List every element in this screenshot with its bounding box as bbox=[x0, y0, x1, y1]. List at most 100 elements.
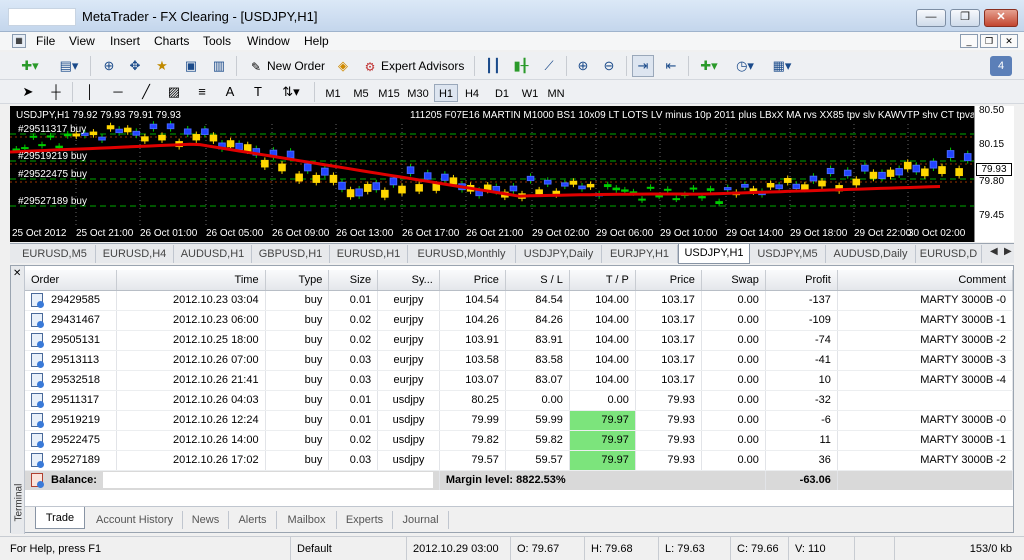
expert-advisors-button[interactable]: ⚙ Expert Advisors bbox=[358, 55, 468, 77]
mdi-restore-button[interactable]: ❐ bbox=[980, 34, 998, 48]
trendline-icon[interactable]: ╱ bbox=[136, 81, 156, 103]
help-badge-icon[interactable]: 4 bbox=[990, 56, 1012, 76]
zoom-out-icon[interactable]: ⊖ bbox=[598, 55, 620, 77]
cursor-icon[interactable]: ➤ bbox=[18, 81, 38, 103]
mdi-close-button[interactable]: ✕ bbox=[1000, 34, 1018, 48]
zoom-in-icon[interactable]: ⊕ bbox=[572, 55, 594, 77]
menu-view[interactable]: View bbox=[69, 33, 95, 49]
line-chart-icon[interactable]: ⟋ bbox=[538, 55, 560, 77]
chart-tab-active[interactable]: USDJPY,H1 bbox=[678, 244, 750, 264]
crosshair-navigator-icon[interactable]: ✥ bbox=[124, 55, 146, 77]
table-row[interactable]: 29527189 2012.10.26 17:02 buy 0.03 usdjpy 79.… bbox=[25, 450, 1014, 471]
timeframe-w1[interactable]: W1 bbox=[518, 84, 542, 102]
candlestick-icon[interactable]: ▮╂ bbox=[510, 55, 532, 77]
terminal-tab-trade[interactable]: Trade bbox=[35, 507, 85, 529]
table-row[interactable]: 29519219 2012.10.26 12:24 buy 0.01 usdjpy 79.… bbox=[25, 410, 1014, 431]
price-axis[interactable]: 80.50 80.15 79.93 79.80 79.45 bbox=[974, 105, 1014, 242]
timeframe-m5[interactable]: M5 bbox=[348, 84, 374, 102]
timeframe-m15[interactable]: M15 bbox=[376, 84, 402, 102]
bar-chart-icon[interactable]: ┃┃ bbox=[482, 55, 504, 77]
text-icon[interactable]: A bbox=[220, 81, 240, 103]
chart-tab[interactable]: EURJPY,H1 bbox=[602, 245, 678, 263]
timeframe-mn[interactable]: MN bbox=[544, 84, 568, 102]
chart-tab[interactable]: EURUSD,H4 bbox=[96, 245, 174, 263]
equidistant-channel-icon[interactable]: ▨ bbox=[164, 81, 184, 103]
menu-help[interactable]: Help bbox=[304, 33, 329, 49]
market-watch-icon[interactable]: ⊕ bbox=[98, 55, 120, 77]
tester-icon[interactable]: ▥ bbox=[208, 55, 230, 77]
fibonacci-icon[interactable]: ≡ bbox=[192, 81, 212, 103]
chart-tab[interactable]: USDJPY,Daily bbox=[516, 245, 602, 263]
table-row[interactable]: 29505131 2012.10.25 18:00 buy 0.02 eurjpy 103… bbox=[25, 330, 1014, 351]
new-chart-icon[interactable]: ✚▾ bbox=[16, 55, 44, 77]
minimize-button[interactable]: — bbox=[916, 9, 946, 27]
periods-icon[interactable]: ◷▾ bbox=[730, 55, 760, 77]
col-symbol[interactable]: Sy... bbox=[377, 270, 440, 291]
col-take-profit[interactable]: T / P bbox=[569, 270, 636, 291]
chart-tab[interactable]: AUDUSD,H1 bbox=[174, 245, 252, 263]
menu-tools[interactable]: Tools bbox=[203, 33, 231, 49]
terminal-tab-account-history[interactable]: Account History bbox=[87, 511, 183, 529]
chart-tab[interactable]: GBPUSD,H1 bbox=[252, 245, 330, 263]
horizontal-line-icon[interactable]: ─ bbox=[108, 81, 128, 103]
connection-status-icon[interactable] bbox=[854, 537, 894, 560]
terminal-tab-journal[interactable]: Journal bbox=[393, 511, 449, 529]
col-time[interactable]: Time bbox=[116, 270, 266, 291]
restore-button[interactable]: ❐ bbox=[950, 9, 980, 27]
mdi-minimize-button[interactable]: _ bbox=[960, 34, 978, 48]
document-icon[interactable]: ▦ bbox=[12, 34, 26, 48]
indicators-icon[interactable]: ✚▾ bbox=[694, 55, 724, 77]
table-row[interactable]: 29522475 2012.10.26 14:00 buy 0.02 usdjpy 79.… bbox=[25, 430, 1014, 451]
templates-icon[interactable]: ▦▾ bbox=[766, 55, 798, 77]
menu-insert[interactable]: Insert bbox=[110, 33, 140, 49]
arrows-icon[interactable]: ⇅▾ bbox=[276, 81, 306, 103]
table-row[interactable]: 29511317 2012.10.26 04:03 buy 0.01 usdjpy 80.… bbox=[25, 390, 1014, 411]
menu-file[interactable]: File bbox=[36, 33, 55, 49]
timeframe-d1[interactable]: D1 bbox=[490, 84, 514, 102]
timeframe-m1[interactable]: M1 bbox=[320, 84, 346, 102]
col-price[interactable]: Price bbox=[439, 270, 506, 291]
col-comment[interactable]: Comment bbox=[837, 270, 1014, 291]
close-button[interactable]: ✕ bbox=[984, 9, 1018, 27]
vertical-line-icon[interactable]: │ bbox=[80, 81, 100, 103]
autoscroll-icon[interactable]: ⇥ bbox=[632, 55, 654, 77]
chart-tab[interactable]: EURUSD,M5 bbox=[14, 245, 96, 263]
profiles-icon[interactable]: ▤▾ bbox=[54, 55, 84, 77]
chart-tab[interactable]: EURUSD,Monthly bbox=[408, 245, 516, 263]
col-profit[interactable]: Profit bbox=[765, 270, 838, 291]
chart-shift-icon[interactable]: ⇤ bbox=[660, 55, 682, 77]
tab-scroll-left-icon[interactable]: ◀ bbox=[990, 246, 998, 257]
text-label-icon[interactable]: T bbox=[248, 81, 268, 103]
col-swap[interactable]: Swap bbox=[701, 270, 766, 291]
col-stop-loss[interactable]: S / L bbox=[505, 270, 570, 291]
col-type[interactable]: Type bbox=[265, 270, 330, 291]
col-current-price[interactable]: Price bbox=[635, 270, 702, 291]
status-profile[interactable]: Default bbox=[290, 537, 406, 560]
chart-tab[interactable]: AUDUSD,Daily bbox=[826, 245, 916, 263]
menu-window[interactable]: Window bbox=[247, 33, 290, 49]
new-order-button[interactable]: ✎ New Order bbox=[244, 55, 330, 77]
price-chart[interactable]: USDJPY,H1 79.92 79.93 79.91 79.93 111205… bbox=[10, 106, 1014, 242]
terminal-close-icon[interactable]: ✕ bbox=[13, 268, 21, 279]
table-row[interactable]: 29429585 2012.10.23 03:04 buy 0.01 eurjpy 104… bbox=[25, 290, 1014, 311]
table-row[interactable]: 29532518 2012.10.26 21:41 buy 0.03 eurjpy 103… bbox=[25, 370, 1014, 391]
chart-tab[interactable]: EURUSD,H1 bbox=[330, 245, 408, 263]
navigator-icon[interactable]: ★ bbox=[150, 55, 174, 77]
metaeditor-icon[interactable]: ◈ bbox=[332, 55, 354, 77]
table-row[interactable]: 29513113 2012.10.26 07:00 buy 0.03 eurjpy 103… bbox=[25, 350, 1014, 371]
terminal-tab-mailbox[interactable]: Mailbox bbox=[277, 511, 337, 529]
timeframe-h1[interactable]: H1 bbox=[434, 84, 458, 102]
chart-tab[interactable]: EURUSD,D bbox=[916, 245, 982, 263]
tab-scroll-right-icon[interactable]: ▶ bbox=[1004, 246, 1012, 257]
terminal-icon[interactable]: ▣ bbox=[180, 55, 202, 77]
timeframe-m30[interactable]: M30 bbox=[404, 84, 432, 102]
timeframe-h4[interactable]: H4 bbox=[460, 84, 484, 102]
col-size[interactable]: Size bbox=[328, 270, 379, 291]
chart-canvas[interactable] bbox=[10, 106, 974, 242]
col-order[interactable]: Order bbox=[25, 270, 117, 291]
chart-tab[interactable]: USDJPY,M5 bbox=[750, 245, 826, 263]
terminal-tab-alerts[interactable]: Alerts bbox=[229, 511, 277, 529]
crosshair-icon[interactable]: ┼ bbox=[46, 81, 66, 103]
terminal-tab-news[interactable]: News bbox=[183, 511, 229, 529]
terminal-tab-experts[interactable]: Experts bbox=[337, 511, 393, 529]
